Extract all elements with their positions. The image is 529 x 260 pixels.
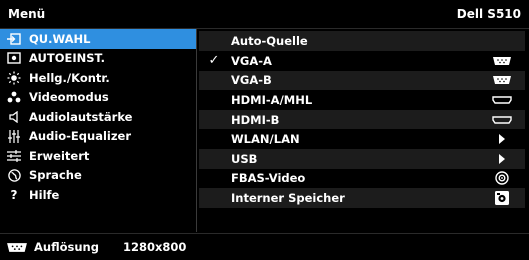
- advanced-settings-icon: [6, 149, 22, 163]
- hdmi-connector-icon: [491, 96, 513, 104]
- input-source-submenu: Auto-Quelle ✓ VGA-A VGA-B HDMI-A/MHL HDM…: [199, 31, 525, 226]
- source-option-vga-b[interactable]: VGA-B: [199, 70, 525, 91]
- model-name: Dell S510: [456, 7, 521, 21]
- video-mode-icon: [6, 90, 22, 104]
- source-label: VGA-B: [231, 73, 272, 88]
- main-menu-list: QU.WAHL AUTOEINST. Hellg./Kontr. Videomo…: [0, 29, 196, 232]
- input-source-icon: [6, 32, 22, 46]
- resolution-label: Auflösung: [34, 240, 99, 254]
- menu-item-auto-adjust[interactable]: AUTOEINST.: [0, 49, 196, 69]
- vga-connector-icon: [491, 75, 513, 85]
- panel-divider: [196, 29, 197, 232]
- source-option-hdmi-b[interactable]: HDMI-B: [199, 109, 525, 130]
- source-label: VGA-A: [231, 53, 272, 68]
- source-option-composite-video[interactable]: FBAS-Video: [199, 169, 525, 189]
- source-option-wlan-lan[interactable]: WLAN/LAN: [199, 129, 525, 149]
- osd-header: Menü Dell S510: [0, 0, 529, 29]
- source-option-internal-storage[interactable]: Interner Speicher: [199, 188, 525, 208]
- internal-storage-icon: [491, 190, 513, 206]
- menu-item-label: Videomodus: [29, 90, 109, 105]
- menu-item-label: Erweitert: [29, 148, 90, 163]
- menu-item-audio-volume[interactable]: Audiolautstärke: [0, 107, 196, 127]
- hdmi-connector-icon: [491, 115, 513, 124]
- source-label: WLAN/LAN: [231, 132, 300, 147]
- status-bar: Auflösung 1280x800: [0, 233, 529, 260]
- menu-item-advanced[interactable]: Erweitert: [0, 146, 196, 166]
- menu-item-language[interactable]: Sprache: [0, 166, 196, 186]
- vga-connector-icon: [6, 242, 28, 253]
- menu-item-input-source[interactable]: QU.WAHL: [0, 29, 196, 49]
- menu-item-label: QU.WAHL: [29, 31, 91, 46]
- submenu-arrow-icon: [491, 134, 513, 145]
- speaker-icon: [6, 110, 22, 124]
- source-label: FBAS-Video: [231, 171, 306, 186]
- brightness-icon: [6, 71, 22, 85]
- menu-item-label: Hellg./Kontr.: [29, 70, 110, 85]
- source-option-hdmi-a-mhl[interactable]: HDMI-A/MHL: [199, 90, 525, 110]
- submenu-arrow-icon: [491, 153, 513, 164]
- menu-item-label: Hilfe: [29, 187, 60, 202]
- source-option-vga-a[interactable]: ✓ VGA-A: [199, 51, 525, 71]
- resolution-value: 1280x800: [122, 240, 187, 254]
- composite-video-icon: [491, 171, 513, 186]
- menu-item-brightness-contrast[interactable]: Hellg./Kontr.: [0, 68, 196, 88]
- menu-item-audio-equalizer[interactable]: Audio-Equalizer: [0, 127, 196, 147]
- auto-adjust-icon: [6, 51, 22, 65]
- source-label: Interner Speicher: [231, 190, 345, 205]
- projector-osd-menu: Menü Dell S510 QU.WAHL AUTOEINST. Hellg.…: [0, 0, 529, 259]
- equalizer-icon: [6, 129, 22, 143]
- globe-icon: [6, 168, 22, 182]
- source-label: HDMI-B: [231, 112, 280, 127]
- menu-item-label: Audiolautstärke: [29, 109, 133, 124]
- source-label: HDMI-A/MHL: [231, 92, 313, 107]
- menu-item-label: Audio-Equalizer: [29, 129, 132, 144]
- source-option-usb[interactable]: USB: [199, 148, 525, 169]
- auto-source-option[interactable]: Auto-Quelle: [199, 31, 525, 51]
- check-icon: ✓: [208, 53, 220, 69]
- menu-item-help[interactable]: ? Hilfe: [0, 185, 196, 205]
- menu-item-video-mode[interactable]: Videomodus: [0, 88, 196, 108]
- menu-item-label: AUTOEINST.: [29, 51, 106, 66]
- help-icon: ?: [10, 187, 18, 202]
- menu-item-label: Sprache: [29, 168, 82, 183]
- source-label: USB: [231, 151, 258, 166]
- menu-title: Menü: [8, 7, 46, 21]
- vga-connector-icon: [491, 56, 513, 66]
